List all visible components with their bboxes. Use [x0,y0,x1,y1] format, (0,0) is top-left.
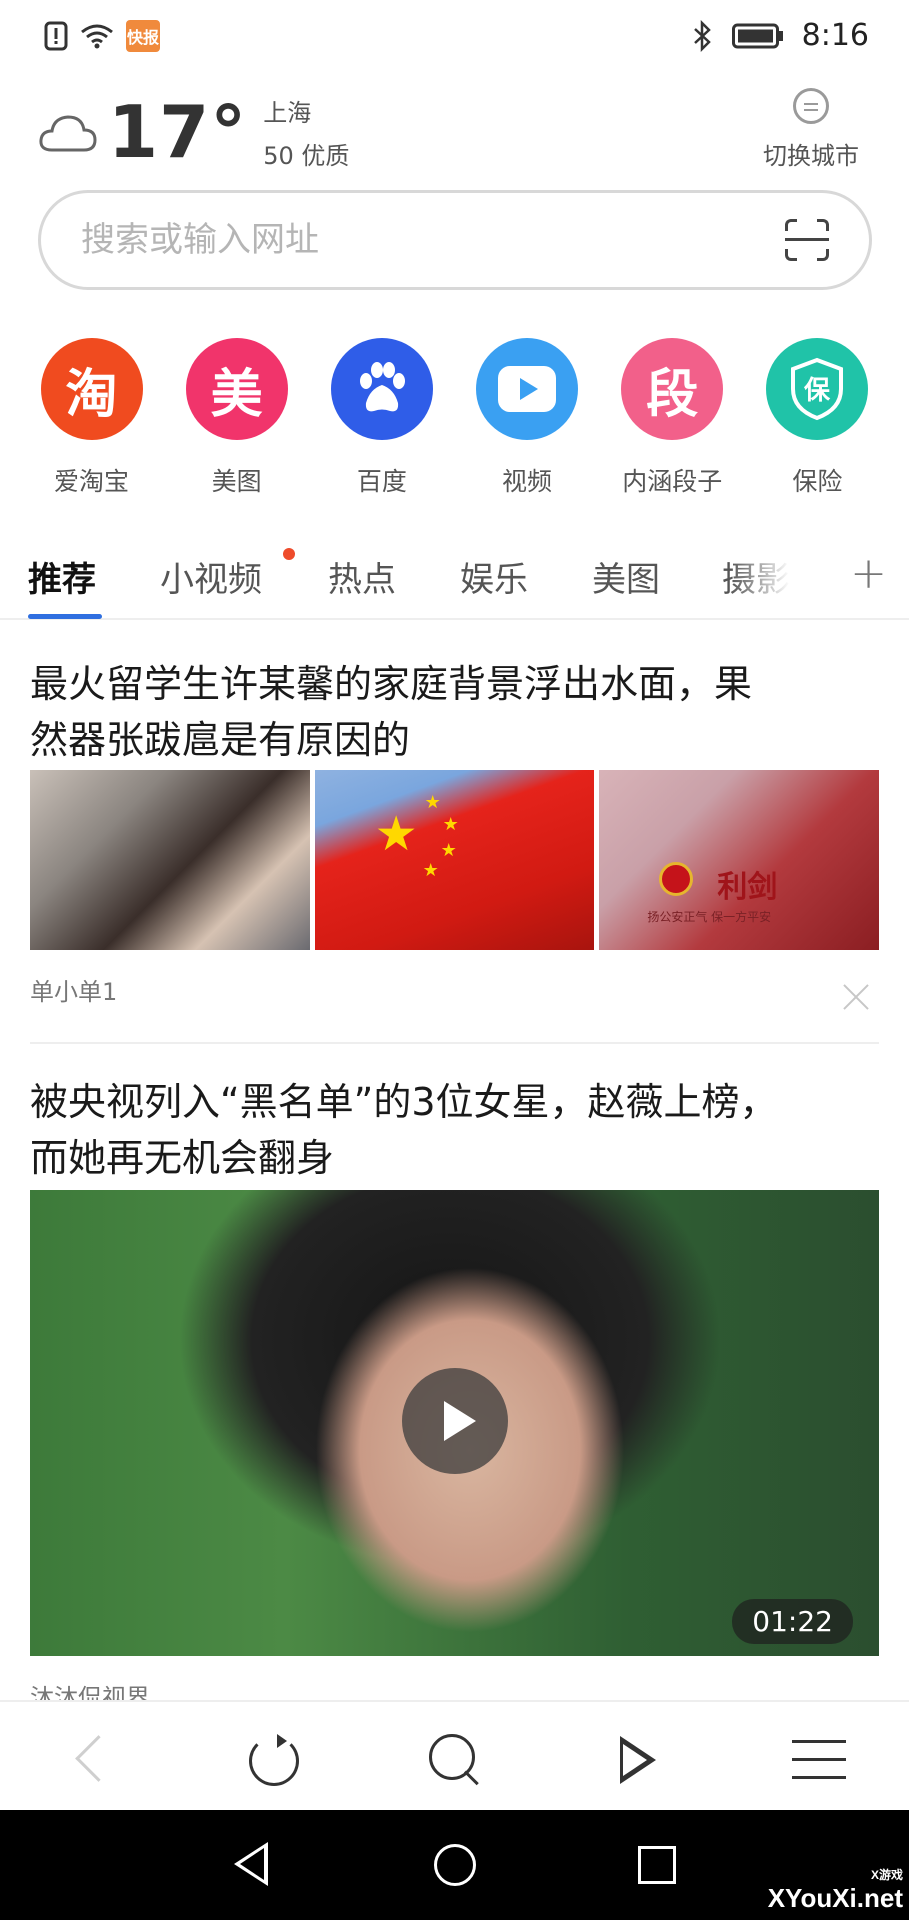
system-nav-bar: X游戏 XYouXi.net [0,1810,909,1920]
battery-icon [731,23,783,48]
city-name: 上海 [263,99,312,127]
tab-hot[interactable]: 热点 [328,552,396,601]
news-thumbnails[interactable]: ★ ★ ★ ★ ★ 利剑 扬公安正气 保一方平安 [30,770,880,950]
alert-icon [44,21,68,51]
tab-pictures[interactable]: 美图 [592,552,660,601]
search-bar[interactable] [38,190,872,290]
news-title[interactable]: 被央视列入“黑名单”的3位女星，赵薇上榜， 而她再无机会翻身 [30,1074,880,1186]
shortcut-baidu[interactable]: 百度 [310,338,453,498]
flag-star-icon: ★ [422,860,439,881]
flag-star-icon: ★ [374,806,418,862]
status-bar: 快报 8:16 [0,0,909,76]
refresh-icon[interactable] [243,1732,303,1788]
news-title-line: 然器张跋扈是有原因的 [30,718,411,762]
taobao-icon: 淘 [40,338,143,440]
shortcut-label: 视频 [502,467,553,496]
tab-recommend[interactable]: 推荐 [28,552,96,601]
shield-icon: 保 [766,338,869,440]
duanzi-icon: 段 [621,338,724,440]
news-source: 单小单1 [30,978,118,1006]
search-icon[interactable] [423,1732,483,1788]
wifi-icon [81,24,113,49]
flag-star-icon: ★ [424,792,441,813]
flag-star-icon: ★ [442,814,459,835]
clock: 8:16 [801,18,869,53]
switch-city-button[interactable]: 切换城市 [741,88,881,171]
status-right: 8:16 [692,18,869,53]
shortcut-meitu[interactable]: 美 美图 [165,338,308,498]
tab-entertainment[interactable]: 娱乐 [460,552,528,601]
active-tab-indicator [28,614,102,619]
shortcut-video[interactable]: 视频 [456,338,599,498]
switch-icon [793,88,829,124]
meitu-icon: 美 [185,338,288,440]
cloud-icon [39,115,97,152]
air-quality: 50 优质 [263,142,350,170]
shortcut-neihan[interactable]: 段 内涵段子 [601,338,744,498]
watermark: X游戏 XYouXi.net [768,1866,903,1914]
flag-star-icon: ★ [440,840,457,861]
news-title-line: 被央视列入“黑名单”的3位女星，赵薇上榜， [30,1080,778,1124]
back-icon[interactable] [62,1732,122,1788]
watermark-small: X游戏 [870,1868,903,1882]
new-dot-badge [283,548,295,560]
search-input[interactable] [81,220,785,260]
shortcut-aitaobao[interactable]: 淘 爱淘宝 [20,338,163,498]
bluetooth-icon [693,19,711,52]
tab-short-video[interactable]: 小视频 [160,552,262,601]
shortcut-label: 保险 [792,467,843,496]
shortcut-label: 美图 [211,467,262,496]
nav-recents-icon[interactable] [638,1846,676,1884]
scan-icon[interactable] [785,219,829,261]
switch-city-label: 切换城市 [763,142,859,170]
shortcut-label: 内涵段子 [622,467,723,496]
video-play-icon [476,338,579,440]
status-left: 快报 [44,20,160,52]
thumbnail-subtext: 扬公安正气 保一方平安 [647,910,772,924]
thumbnail-police: 利剑 扬公安正气 保一方平安 [599,770,880,950]
police-emblem-icon [659,862,694,896]
play-icon[interactable] [402,1368,508,1474]
shortcut-label: 百度 [356,467,407,496]
news-source: 沐沐侃视界 [30,1684,150,1700]
thumbnail-text: 利剑 [717,870,778,905]
city-block: 上海 50 优质 [263,93,349,171]
category-tabs: 推荐 小视频 热点 娱乐 美图 摄影 + [0,548,909,620]
weather-widget[interactable]: 17° 上海 50 优质 [38,90,349,174]
tab-fade [730,548,790,616]
baidu-paw-icon [330,338,433,440]
menu-icon[interactable] [790,1732,850,1788]
thumbnail-flag: ★ ★ ★ ★ ★ [314,770,595,950]
nav-home-icon[interactable] [434,1844,476,1886]
browser-toolbar [0,1700,909,1810]
temperature: 17° [108,90,248,174]
shortcut-grid: 淘 爱淘宝 美 美图 百度 视频 段 内涵段子 保 保险 [20,338,889,498]
feed-divider [30,1042,879,1044]
shortcut-insurance[interactable]: 保 保险 [746,338,889,498]
video-tab-icon[interactable] [608,1732,668,1788]
news-title-line: 而她再无机会翻身 [30,1136,335,1180]
dismiss-icon[interactable] [841,982,871,1012]
watermark-site: XYouXi.net [767,1883,903,1913]
shortcut-label: 爱淘宝 [53,467,129,496]
thumbnail-portrait [30,770,310,950]
news-title-line: 最火留学生许某馨的家庭背景浮出水面，果 [30,662,753,706]
video-duration: 01:22 [732,1599,853,1644]
add-channel-icon[interactable]: + [850,548,887,599]
insurance-glyph: 保 [803,376,831,406]
app-badge-icon: 快报 [126,20,160,52]
video-thumbnail[interactable]: 01:22 [30,1190,879,1656]
news-title[interactable]: 最火留学生许某馨的家庭背景浮出水面，果 然器张跋扈是有原因的 [30,656,880,768]
